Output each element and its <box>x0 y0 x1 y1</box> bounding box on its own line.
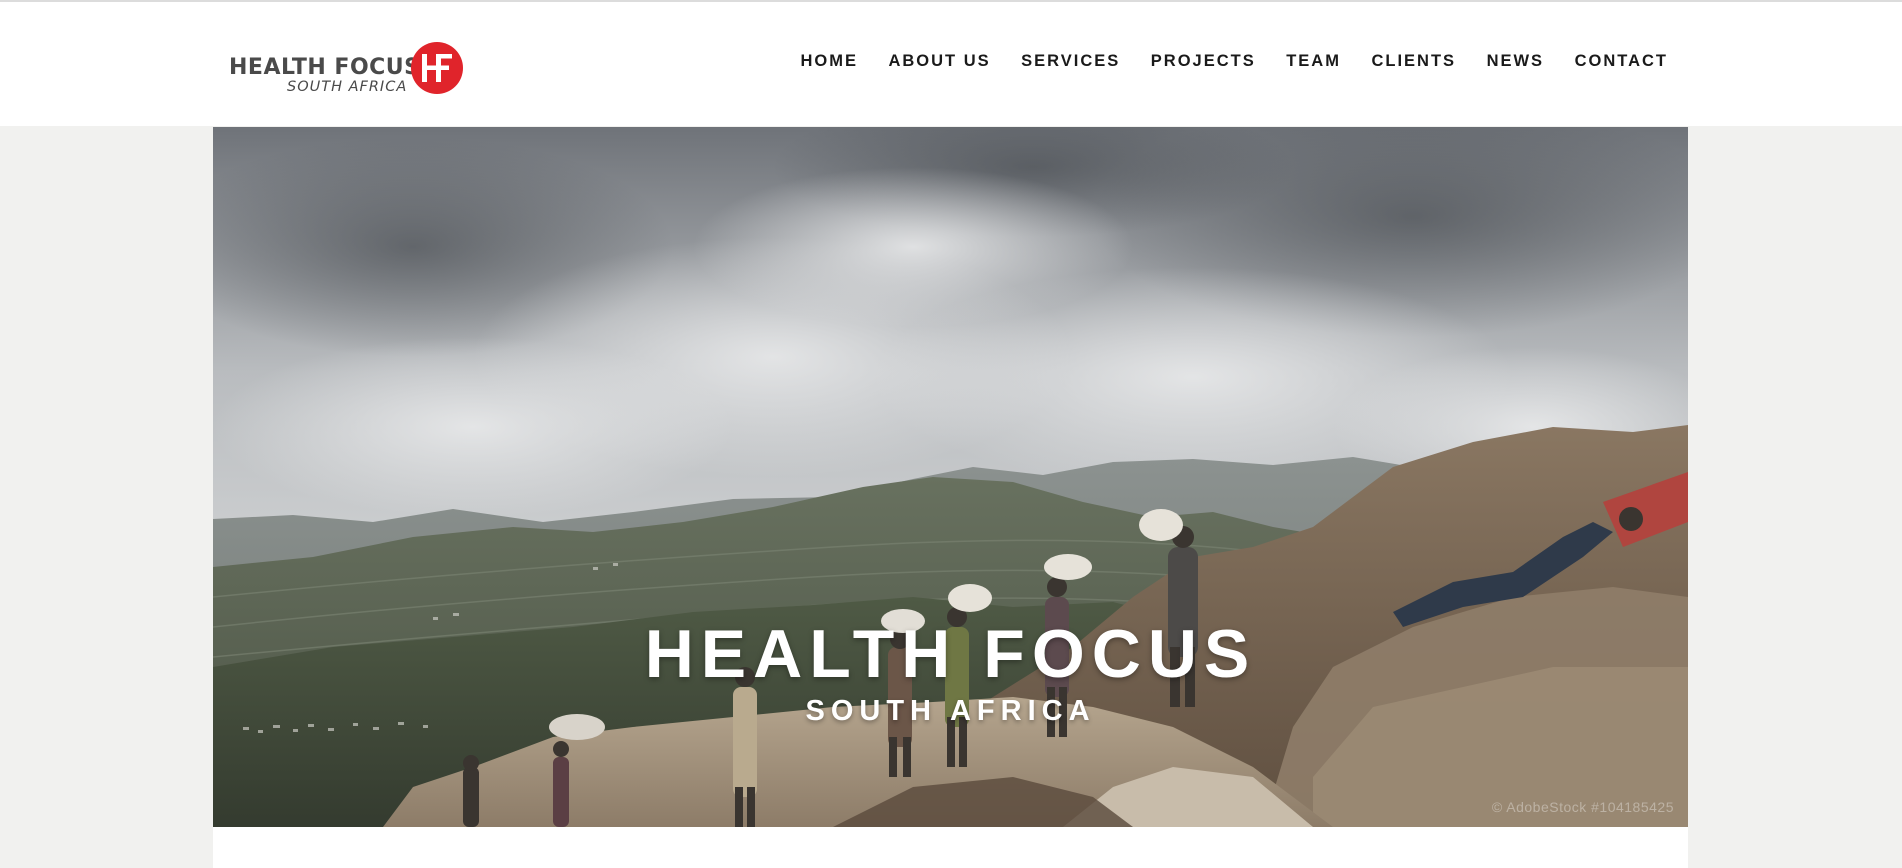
logo-text-line2: SOUTH AFRICA <box>287 79 408 95</box>
hero-subtitle: SOUTH AFRICA <box>805 695 1096 727</box>
nav-services[interactable]: SERVICES <box>1021 52 1120 71</box>
site-logo[interactable]: HEALTH FOCUS SOUTH AFRICA <box>229 41 465 97</box>
nav-home[interactable]: HOME <box>800 52 858 71</box>
nav-about-us[interactable]: ABOUT US <box>888 52 990 71</box>
logo-text-line1: HEALTH FOCUS <box>229 55 421 80</box>
nav-news[interactable]: NEWS <box>1487 52 1545 71</box>
hf-logo-icon <box>411 42 463 94</box>
content-area-top <box>213 827 1688 868</box>
main-nav: HOME ABOUT US SERVICES PROJECTS TEAM CLI… <box>770 52 1668 71</box>
nav-clients[interactable]: CLIENTS <box>1371 52 1456 71</box>
photo-credit: © AdobeStock #104185425 <box>1491 799 1674 815</box>
site-header: HEALTH FOCUS SOUTH AFRICA HOME ABOUT US … <box>0 2 1902 126</box>
nav-team[interactable]: TEAM <box>1286 52 1341 71</box>
hero-title: HEALTH FOCUS <box>644 616 1257 692</box>
nav-projects[interactable]: PROJECTS <box>1151 52 1256 71</box>
hero-banner: HEALTH FOCUS SOUTH AFRICA © AdobeStock #… <box>213 127 1688 827</box>
nav-contact[interactable]: CONTACT <box>1575 52 1668 71</box>
